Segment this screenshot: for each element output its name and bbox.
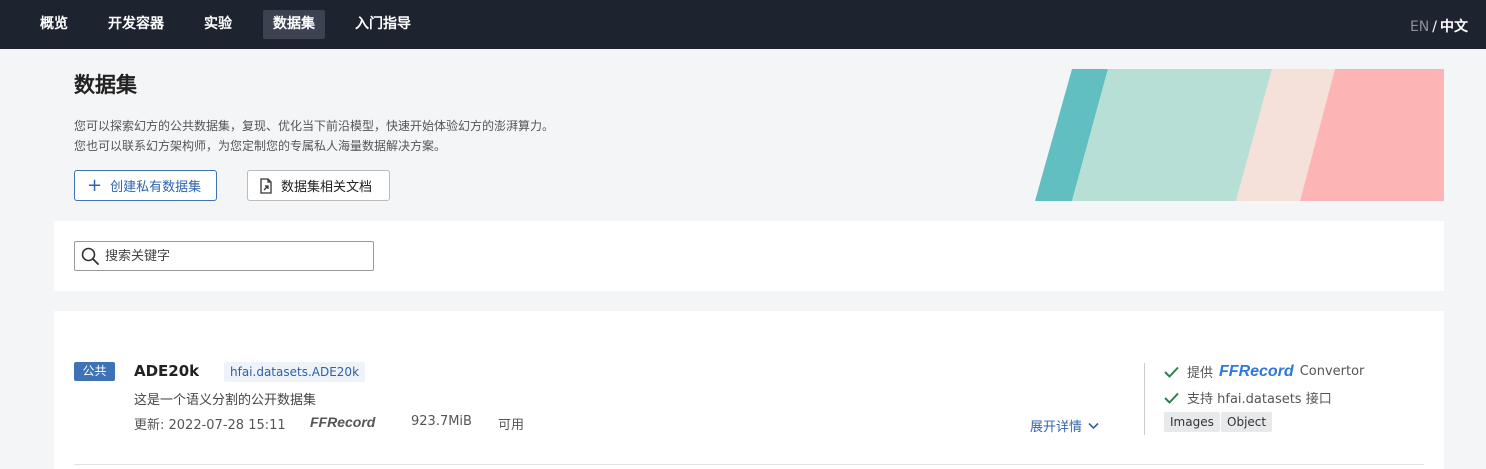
lang-en[interactable]: EN	[1410, 19, 1429, 35]
dataset-updated: 更新: 2022-07-28 15:11	[134, 418, 286, 433]
chevron-down-icon	[1088, 422, 1099, 429]
ffrecord-logo: FFRecord	[310, 414, 376, 430]
nav-experiment[interactable]: 实验	[194, 10, 242, 39]
nav-getting-started[interactable]: 入门指导	[345, 10, 421, 39]
dataset-format-logo: FFRecord	[310, 414, 375, 431]
nav-datasets[interactable]: 数据集	[263, 10, 325, 39]
search-panel	[54, 221, 1444, 291]
nav-overview[interactable]: 概览	[30, 10, 78, 39]
nav-dev-container[interactable]: 开发容器	[98, 10, 174, 39]
search-icon	[81, 247, 99, 265]
card-divider	[1144, 363, 1145, 435]
lang-zh[interactable]: 中文	[1440, 19, 1468, 35]
dataset-docs-button[interactable]: 数据集相关文档	[247, 170, 390, 201]
expand-details-label: 展开详情	[1030, 420, 1083, 435]
header-banner-graphic	[1035, 69, 1444, 201]
dataset-status: 可用	[498, 418, 525, 433]
row-divider	[74, 464, 1424, 465]
dataset-size: 923.7MiB	[411, 414, 472, 429]
feature-ffrecord-convertor: 提供 FFRecord Convertor	[1164, 362, 1364, 381]
document-link-icon	[260, 177, 272, 194]
description-line-2: 您也可以联系幻方架构师，为您定制您的专属私人海量数据解决方案。	[74, 139, 447, 153]
search-box[interactable]	[74, 241, 374, 271]
create-private-dataset-button[interactable]: + 创建私有数据集	[74, 170, 217, 201]
dataset-name[interactable]: ADE20k	[134, 362, 199, 380]
feature-provide-prefix: 提供	[1187, 366, 1214, 381]
public-badge: 公共	[74, 362, 115, 381]
feature-provide-suffix: Convertor	[1299, 364, 1365, 379]
check-icon	[1164, 392, 1179, 404]
expand-details-link[interactable]: 展开详情	[1030, 416, 1099, 435]
language-switcher: EN / 中文	[1410, 16, 1468, 36]
plus-icon: +	[87, 174, 103, 196]
dataset-module-tag: hfai.datasets.ADE20k	[224, 362, 366, 382]
feature-hfai-support: 支持 hfai.datasets 接口	[1164, 388, 1332, 407]
tag-images[interactable]: Images	[1164, 412, 1220, 432]
check-icon	[1164, 366, 1179, 378]
tag-object[interactable]: Object	[1221, 412, 1273, 432]
feature-support-text: 支持 hfai.datasets 接口	[1187, 392, 1332, 407]
search-input[interactable]	[105, 248, 365, 264]
docs-button-label: 数据集相关文档	[281, 180, 373, 195]
description-line-1: 您可以探索幻方的公共数据集，复现、优化当下前沿模型，快速开始体验幻方的澎湃算力。	[74, 119, 555, 133]
ffrecord-brand-logo: FFRecord	[1219, 362, 1294, 380]
dataset-description: 这是一个语义分割的公开数据集	[134, 393, 317, 408]
dataset-list: 公共 ADE20k hfai.datasets.ADE20k 这是一个语义分割的…	[54, 311, 1444, 469]
top-nav: 概览 开发容器 实验 数据集 入门指导 EN / 中文	[0, 0, 1486, 49]
create-button-label: 创建私有数据集	[110, 180, 202, 195]
lang-separator: /	[1432, 19, 1437, 35]
page-title: 数据集	[74, 73, 137, 97]
page-description: 您可以探索幻方的公共数据集，复现、优化当下前沿模型，快速开始体验幻方的澎湃算力。…	[74, 116, 554, 156]
